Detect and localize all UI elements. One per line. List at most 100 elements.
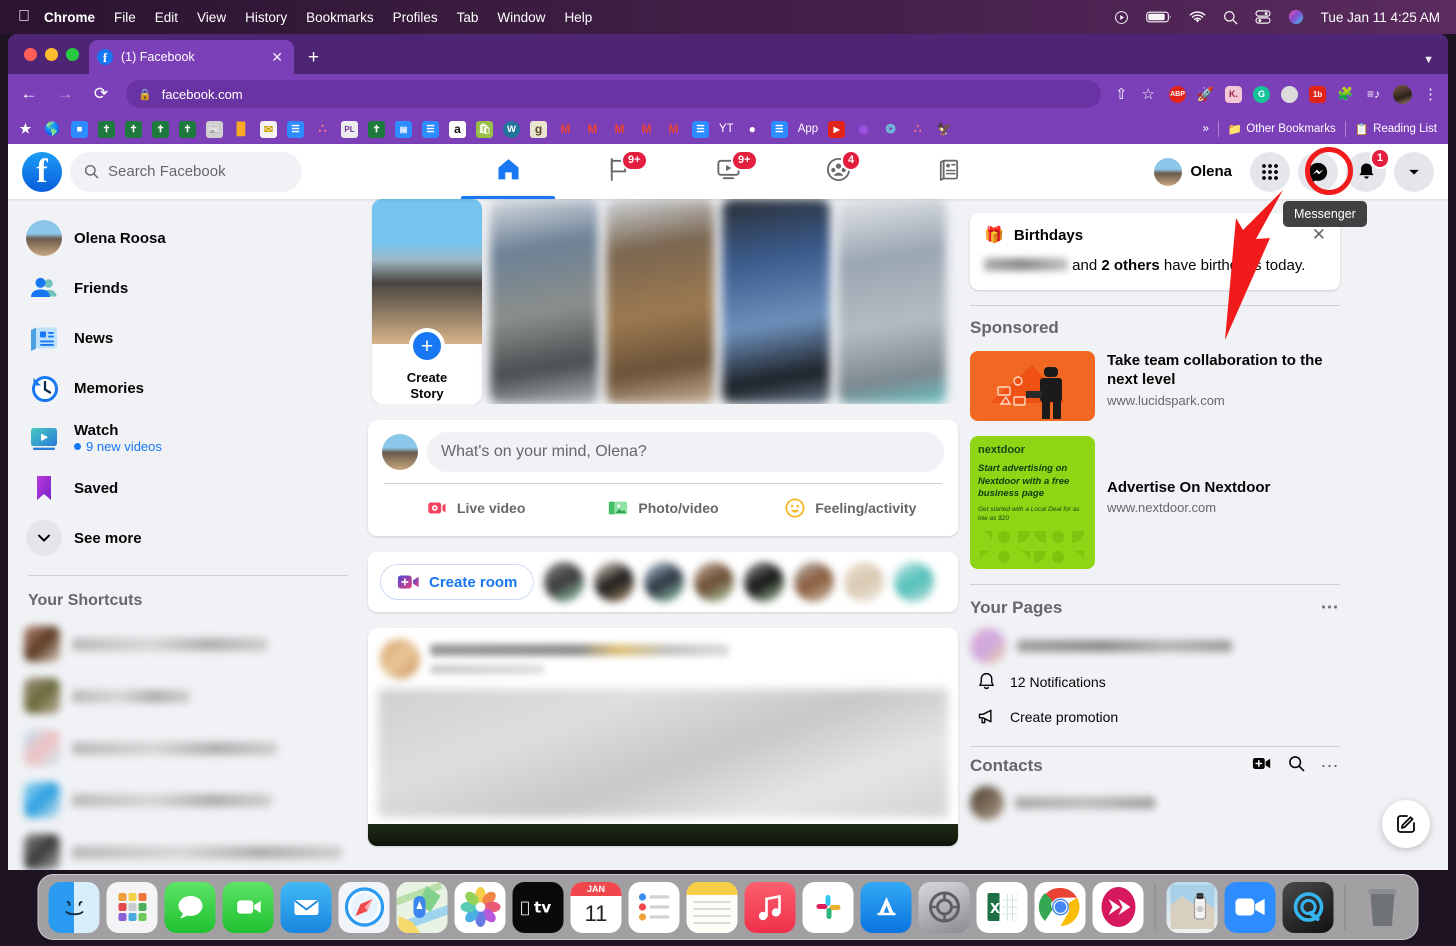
- room-avatar[interactable]: [594, 562, 635, 602]
- docs-bookmark-3[interactable]: ☰: [692, 120, 709, 138]
- facebook-logo-icon[interactable]: f: [22, 151, 62, 192]
- story-card[interactable]: [838, 199, 946, 404]
- create-story-card[interactable]: + Create Story: [372, 199, 482, 404]
- menu-edit[interactable]: Edit: [155, 10, 178, 25]
- post-image[interactable]: [368, 824, 958, 846]
- menu-history[interactable]: History: [245, 10, 287, 25]
- tab-groups[interactable]: 4: [783, 144, 893, 199]
- room-avatar[interactable]: [894, 562, 935, 602]
- sidebar-item-profile[interactable]: Olena Roosa: [18, 213, 358, 263]
- control-center-icon[interactable]: [1255, 10, 1271, 24]
- adblock-plus-extension[interactable]: ABP: [1169, 85, 1186, 103]
- ellipsis-icon[interactable]: ⋯: [1321, 597, 1341, 618]
- bible-bookmark-5[interactable]: ✝: [368, 120, 385, 138]
- notifications-button[interactable]: 1: [1346, 147, 1390, 192]
- onetab-extension[interactable]: 1b: [1309, 85, 1326, 103]
- asana-bookmark-2[interactable]: ∴: [909, 121, 926, 138]
- page-item[interactable]: [970, 628, 1340, 665]
- calendar-bookmark[interactable]: ▤: [395, 120, 412, 138]
- page-create-promotion[interactable]: Create promotion: [970, 699, 1340, 734]
- chevron-down-icon[interactable]: ▼: [1423, 54, 1434, 66]
- grammarly-extension[interactable]: G: [1253, 85, 1270, 103]
- room-avatar[interactable]: [844, 562, 885, 602]
- bookmarks-overflow-button[interactable]: »: [1203, 123, 1209, 135]
- reading-list-button[interactable]: 📋 Reading List: [1355, 122, 1437, 136]
- bookmark-star-icon[interactable]: ☆: [1142, 85, 1155, 103]
- share-icon[interactable]: ⇧: [1115, 85, 1128, 103]
- gmail-bookmark-2[interactable]: M: [584, 121, 601, 138]
- puzzle-extensions-icon[interactable]: 🧩: [1337, 86, 1354, 103]
- create-room-button[interactable]: Create room: [380, 564, 535, 600]
- bible-bookmark-4[interactable]: ✝: [179, 120, 196, 138]
- tab-news[interactable]: [893, 144, 1003, 199]
- news-bookmark[interactable]: 📰: [206, 120, 223, 138]
- dock-appstore[interactable]: [860, 881, 912, 933]
- reading-list-icon[interactable]: ≡♪: [1365, 86, 1382, 103]
- bible-bookmark-3[interactable]: ✝: [152, 120, 169, 138]
- live-video-button[interactable]: Live video: [382, 488, 569, 528]
- ad-lucidspark[interactable]: Take team collaboration to the next leve…: [970, 351, 1340, 422]
- asana-bookmark[interactable]: ∴: [314, 121, 331, 138]
- menu-bookmarks[interactable]: Bookmarks: [306, 10, 374, 25]
- menu-view[interactable]: View: [197, 10, 226, 25]
- new-message-button[interactable]: [1382, 800, 1430, 848]
- sidebar-item-saved[interactable]: Saved: [18, 463, 358, 513]
- other-bookmarks-folder[interactable]: 📁 Other Bookmarks: [1228, 122, 1336, 136]
- menu-grid-button[interactable]: [1250, 151, 1290, 192]
- sidebar-item-memories[interactable]: Memories: [18, 363, 358, 413]
- post-avatar[interactable]: [380, 639, 420, 679]
- amazon-bookmark[interactable]: a: [449, 120, 466, 138]
- close-tab-icon[interactable]: ✕: [268, 49, 286, 66]
- dock-launchpad[interactable]: [106, 881, 158, 933]
- dock-reminders[interactable]: [628, 881, 680, 933]
- pl-bookmark[interactable]: PL: [341, 120, 358, 138]
- room-avatar[interactable]: [544, 562, 585, 602]
- ellipsis-icon[interactable]: ⋯: [1321, 756, 1341, 777]
- forward-button[interactable]: →: [54, 84, 76, 104]
- close-window-button[interactable]: [24, 47, 37, 61]
- room-avatar[interactable]: [794, 562, 835, 602]
- minimize-window-button[interactable]: [45, 47, 58, 61]
- room-avatar[interactable]: [694, 562, 735, 602]
- shortcut-item[interactable]: [24, 618, 352, 670]
- dock-excel[interactable]: X: [976, 881, 1028, 933]
- gmail-bookmark-3[interactable]: M: [611, 121, 628, 138]
- dock-messages[interactable]: [164, 881, 216, 933]
- wordpress-bookmark[interactable]: W: [503, 120, 520, 138]
- account-button[interactable]: [1394, 151, 1434, 192]
- gmail-bookmark-5[interactable]: M: [665, 121, 682, 138]
- c-bookmark[interactable]: ◉: [855, 121, 872, 138]
- dock-appletv[interactable]:  tv: [512, 881, 564, 933]
- search-icon[interactable]: [1223, 10, 1238, 25]
- docs-bookmark-4[interactable]: ☰: [770, 120, 788, 138]
- sidebar-item-news[interactable]: News: [18, 313, 358, 363]
- apple-icon[interactable]: : [18, 9, 30, 25]
- shortcut-item[interactable]: [24, 670, 352, 722]
- dock-safari[interactable]: [338, 881, 390, 933]
- window-controls[interactable]: [20, 34, 89, 74]
- battery-icon[interactable]: [1145, 10, 1172, 24]
- circle-bookmark[interactable]: ❂: [882, 121, 899, 138]
- dock-quicktime[interactable]: [1282, 881, 1334, 933]
- dock-slack[interactable]: [802, 881, 854, 933]
- page-notifications[interactable]: 12 Notifications: [970, 664, 1340, 699]
- dock-notes[interactable]: [686, 881, 738, 933]
- dock-zoom[interactable]: [1224, 881, 1276, 933]
- contact-item[interactable]: [970, 786, 1340, 821]
- room-avatar[interactable]: [744, 562, 785, 602]
- composer-input[interactable]: What's on your mind, Olena?: [427, 432, 944, 472]
- feeling-activity-button[interactable]: Feeling/activity: [757, 488, 944, 528]
- dock-photos[interactable]: [454, 881, 506, 933]
- youtube-bookmark-2[interactable]: ▶: [828, 120, 846, 138]
- tab-watch[interactable]: 9+: [673, 144, 783, 199]
- dock-chrome[interactable]: [1034, 881, 1086, 933]
- gmail-bookmark-1[interactable]: M: [557, 121, 574, 138]
- rocket-extension[interactable]: 🚀: [1197, 86, 1214, 103]
- close-icon[interactable]: ✕: [1312, 225, 1326, 245]
- bible-bookmark-2[interactable]: ✝: [125, 120, 142, 138]
- docs-bookmark-2[interactable]: ☰: [422, 120, 439, 138]
- star-bookmark[interactable]: ★: [17, 121, 34, 138]
- wifi-icon[interactable]: [1189, 10, 1206, 24]
- search-input[interactable]: Search Facebook: [70, 151, 302, 192]
- dock-mail[interactable]: [280, 881, 332, 933]
